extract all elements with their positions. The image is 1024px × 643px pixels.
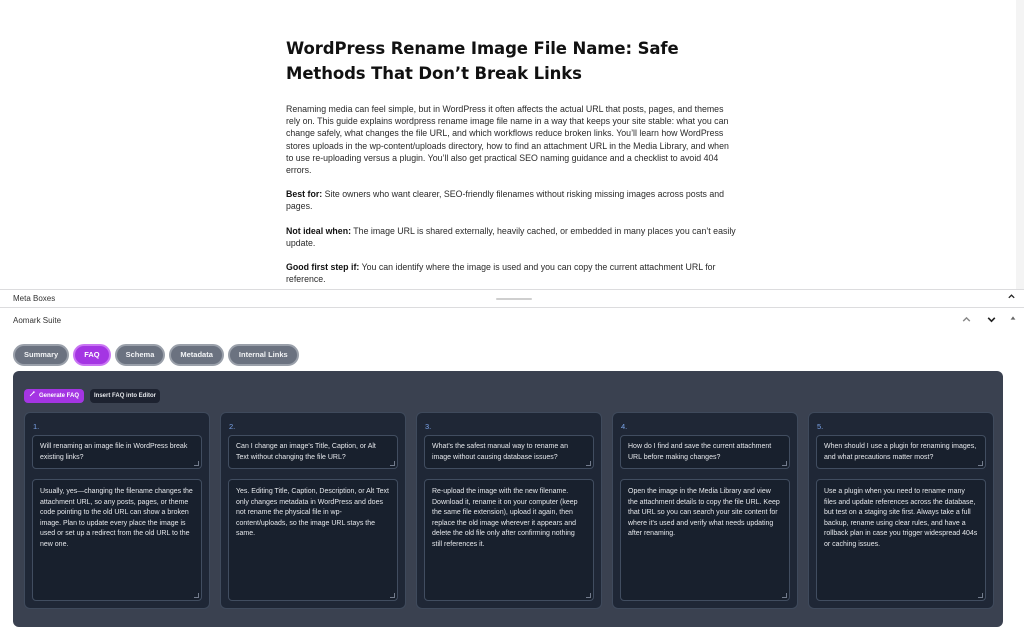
faq-panel: Generate FAQ Insert FAQ into Editor 1. W… <box>13 371 1003 627</box>
resize-grip-icon[interactable] <box>390 593 395 598</box>
faq-number: 1. <box>33 422 40 431</box>
faq-answer-text: Usually, yes—changing the filename chang… <box>40 488 193 548</box>
faq-answer-text: Re-upload the image with the new filenam… <box>432 488 578 548</box>
aomark-suite-title: Aomark Suite <box>13 316 62 325</box>
chevron-up-icon[interactable] <box>1007 292 1016 303</box>
faq-question-field[interactable]: How do I find and save the current attac… <box>620 435 790 469</box>
meta-boxes-bar: Meta Boxes <box>0 289 1024 308</box>
best-for-label: Best for: <box>286 189 323 200</box>
faq-answer-field[interactable]: Re-upload the image with the new filenam… <box>424 479 594 601</box>
post-intro: Renaming media can feel simple, but in W… <box>286 104 729 176</box>
chevron-down-icon[interactable] <box>986 314 997 328</box>
faq-question-text: Can I change an image's Title, Caption, … <box>236 443 376 461</box>
faq-answer-text: Use a plugin when you need to rename man… <box>824 488 978 548</box>
faq-question-field[interactable]: Can I change an image's Title, Caption, … <box>228 435 398 469</box>
magic-wand-icon <box>29 389 36 403</box>
first-step-paragraph: Good first step if: You can identify whe… <box>286 261 736 285</box>
faq-card: 2. Can I change an image's Title, Captio… <box>220 412 406 609</box>
faq-toolbar: Generate FAQ Insert FAQ into Editor <box>24 389 161 403</box>
faq-number: 4. <box>621 422 628 431</box>
tab-internal-links[interactable]: Internal Links <box>227 344 299 366</box>
best-for-paragraph: Best for: Site owners who want clearer, … <box>286 188 736 212</box>
faq-answer-field[interactable]: Use a plugin when you need to rename man… <box>816 479 986 601</box>
not-ideal-label: Not ideal when: <box>286 225 352 236</box>
faq-question-field[interactable]: When should I use a plugin for renaming … <box>816 435 986 469</box>
faq-card: 3. What's the safest manual way to renam… <box>416 412 602 609</box>
post-content: WordPress Rename Image File Name: Safe M… <box>286 36 736 297</box>
faq-card: 4. How do I find and save the current at… <box>612 412 798 609</box>
faq-question-text: How do I find and save the current attac… <box>628 443 772 461</box>
meta-boxes-label: Meta Boxes <box>13 294 56 303</box>
tab-faq[interactable]: FAQ <box>73 344 111 366</box>
editor-scrollbar[interactable] <box>1016 0 1024 290</box>
faq-question-text: When should I use a plugin for renaming … <box>824 443 977 461</box>
triangle-up-icon[interactable] <box>1009 314 1017 325</box>
post-title: WordPress Rename Image File Name: Safe M… <box>286 39 679 83</box>
chevron-up-icon[interactable] <box>961 314 972 328</box>
faq-number: 2. <box>229 422 236 431</box>
resize-grip-icon[interactable] <box>782 461 787 466</box>
first-step-label: Good first step if: <box>286 262 360 273</box>
tab-summary[interactable]: Summary <box>13 344 70 366</box>
faq-question-text: What's the safest manual way to rename a… <box>432 443 568 461</box>
faq-card: 1. Will renaming an image file in WordPr… <box>24 412 210 609</box>
resize-grip-icon[interactable] <box>978 461 983 466</box>
tab-metadata[interactable]: Metadata <box>169 344 224 366</box>
faq-answer-field[interactable]: Open the image in the Media Library and … <box>620 479 790 601</box>
generate-faq-label: Generate FAQ <box>39 393 80 399</box>
faq-cards: 1. Will renaming an image file in WordPr… <box>24 412 994 609</box>
faq-answer-text: Yes. Editing Title, Caption, Description… <box>236 488 389 538</box>
not-ideal-paragraph: Not ideal when: The image URL is shared … <box>286 225 736 249</box>
tab-schema[interactable]: Schema <box>114 344 166 366</box>
faq-answer-field[interactable]: Yes. Editing Title, Caption, Description… <box>228 479 398 601</box>
resize-grip-icon[interactable] <box>586 461 591 466</box>
faq-question-text: Will renaming an image file in WordPress… <box>40 443 188 461</box>
resize-grip-icon[interactable] <box>194 461 199 466</box>
aomark-suite-header: Aomark Suite <box>0 308 1024 334</box>
faq-answer-text: Open the image in the Media Library and … <box>628 488 780 538</box>
faq-answer-field[interactable]: Usually, yes—changing the filename chang… <box>32 479 202 601</box>
suite-tabs: Summary FAQ Schema Metadata Internal Lin… <box>13 344 299 366</box>
resize-grip-icon[interactable] <box>390 461 395 466</box>
faq-question-field[interactable]: Will renaming an image file in WordPress… <box>32 435 202 469</box>
faq-number: 5. <box>817 422 824 431</box>
generate-faq-button[interactable]: Generate FAQ <box>24 389 85 403</box>
resize-handle[interactable] <box>496 298 532 300</box>
faq-number: 3. <box>425 422 432 431</box>
not-ideal-text: The image URL is shared externally, heav… <box>286 225 736 248</box>
resize-grip-icon[interactable] <box>782 593 787 598</box>
best-for-text: Site owners who want clearer, SEO-friend… <box>286 189 725 212</box>
insert-faq-button[interactable]: Insert FAQ into Editor <box>90 389 161 403</box>
resize-grip-icon[interactable] <box>978 593 983 598</box>
faq-question-field[interactable]: What's the safest manual way to rename a… <box>424 435 594 469</box>
resize-grip-icon[interactable] <box>586 593 591 598</box>
faq-card: 5. When should I use a plugin for renami… <box>808 412 994 609</box>
resize-grip-icon[interactable] <box>194 593 199 598</box>
